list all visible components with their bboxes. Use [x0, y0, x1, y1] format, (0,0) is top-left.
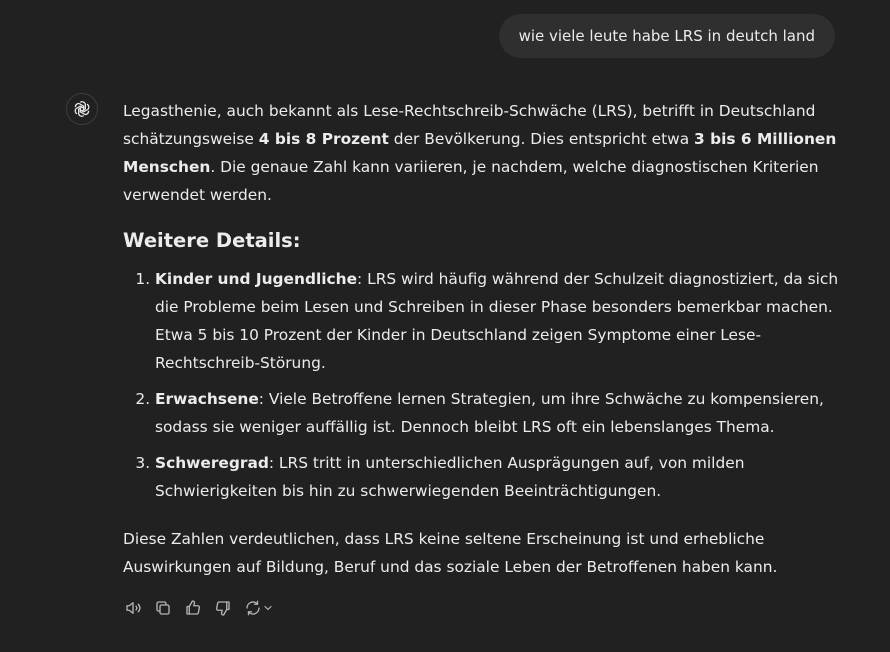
list-item: Kinder und Jugendliche: LRS wird häufig …: [155, 265, 843, 377]
chat-page: wie viele leute habe LRS in deutch land …: [0, 0, 890, 652]
thumbs-up-icon: [184, 599, 202, 617]
details-list: Kinder und Jugendliche: LRS wird häufig …: [123, 265, 843, 505]
assistant-avatar: [66, 93, 98, 125]
read-aloud-button[interactable]: [122, 596, 144, 620]
intro-text-2: der Bevölkerung. Dies entspricht etwa: [388, 130, 695, 148]
user-message-text: wie viele leute habe LRS in deutch land: [518, 27, 815, 45]
message-actions: [122, 596, 276, 620]
thumbs-down-button[interactable]: [212, 596, 234, 620]
list-item-term: Kinder und Jugendliche: [155, 270, 358, 288]
user-message-bubble: wie viele leute habe LRS in deutch land: [498, 14, 835, 58]
regenerate-button[interactable]: [242, 596, 276, 620]
details-heading: Weitere Details:: [123, 229, 301, 252]
intro-text-3: . Die genaue Zahl kann variieren, je nac…: [123, 158, 819, 204]
copy-button[interactable]: [152, 596, 174, 620]
closing-paragraph: Diese Zahlen verdeutlichen, dass LRS kei…: [123, 530, 778, 576]
list-item: Erwachsene: Viele Betroffene lernen Stra…: [155, 385, 843, 441]
thumbs-down-icon: [214, 599, 232, 617]
openai-logo-icon: [72, 99, 92, 119]
list-item-term: Erwachsene: [155, 390, 259, 408]
copy-icon: [154, 599, 172, 617]
thumbs-up-button[interactable]: [182, 596, 204, 620]
list-item-term: Schweregrad: [155, 454, 269, 472]
assistant-message: Legasthenie, auch bekannt als Lese-Recht…: [123, 97, 843, 581]
regenerate-icon: [244, 599, 262, 617]
intro-paragraph: Legasthenie, auch bekannt als Lese-Recht…: [123, 97, 843, 209]
chevron-down-icon: [262, 602, 274, 614]
list-item: Schweregrad: LRS tritt in unterschiedlic…: [155, 449, 843, 505]
speaker-icon: [124, 599, 142, 617]
intro-bold-percent: 4 bis 8 Prozent: [258, 130, 389, 148]
